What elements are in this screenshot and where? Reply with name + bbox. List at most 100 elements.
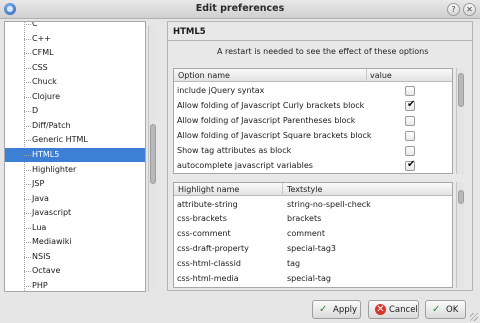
tree-branch [24, 198, 31, 200]
highlight-row[interactable]: css-brackets brackets [174, 212, 452, 227]
language-item[interactable]: Octave [5, 264, 145, 279]
column-separator [282, 183, 283, 196]
language-item[interactable]: C++ [5, 32, 145, 47]
option-row[interactable]: Show tag attributes as block ✔ [174, 143, 452, 158]
highlight-textstyle[interactable]: special-tag [287, 274, 331, 283]
help-button[interactable]: ? [447, 3, 460, 16]
column-separator [366, 69, 367, 82]
option-checkbox[interactable]: ✔ [405, 159, 416, 171]
tree-branch [24, 38, 31, 40]
language-item[interactable]: Javascript [5, 206, 145, 221]
column-option-name[interactable]: Option name [178, 71, 230, 80]
language-item[interactable]: D [5, 104, 145, 119]
window-title: Edit preferences [195, 3, 285, 14]
language-label: Generic HTML [32, 135, 88, 145]
check-icon: ✔ [407, 159, 416, 170]
option-name: Allow folding of Javascript Square brack… [177, 130, 372, 140]
highlight-row[interactable]: css-html-media special-tag [174, 271, 452, 286]
scrollbar-thumb[interactable] [458, 73, 464, 107]
language-label: D [32, 106, 39, 116]
language-item[interactable]: Diff/Patch [5, 119, 145, 134]
option-checkbox[interactable]: ✔ [405, 131, 415, 141]
divider [168, 40, 472, 41]
language-item[interactable]: NSIS [5, 250, 145, 265]
cancel-button[interactable]: ✕ Cancel [368, 300, 419, 319]
column-highlight-name[interactable]: Highlight name [178, 185, 239, 194]
language-label: Chuck [32, 77, 57, 87]
options-table-scrollbar[interactable] [456, 68, 464, 174]
resize-grip-icon[interactable] [470, 313, 478, 321]
check-icon: ✓ [432, 304, 441, 315]
tree-branch [24, 169, 31, 171]
option-checkbox[interactable]: ✔ [405, 146, 415, 156]
option-name: include jQuery syntax [177, 85, 265, 95]
language-list[interactable]: C C++ CFML CSS Chuck Clojure D Diff/Patch Generi… [4, 21, 146, 292]
restart-note: A restart is needed to see the effect of… [217, 47, 429, 56]
highlight-row[interactable]: css-draft-property special-tag3 [174, 241, 452, 256]
language-item[interactable]: Generic HTML [5, 133, 145, 148]
scrollbar-thumb[interactable] [150, 124, 156, 184]
check-icon: ✔ [407, 99, 416, 110]
option-checkbox[interactable]: ✔ [405, 86, 415, 96]
tree-branch [24, 227, 31, 229]
language-label: JSP [32, 179, 45, 189]
language-label: Diff/Patch [32, 120, 71, 130]
language-item[interactable]: JSP [5, 177, 145, 192]
language-item[interactable]: Java [5, 192, 145, 207]
highlight-row[interactable]: css-comment comment [174, 227, 452, 242]
option-row[interactable]: Allow folding of Javascript Square brack… [174, 128, 452, 143]
highlight-textstyle[interactable]: brackets [287, 214, 321, 223]
tree-branch [24, 125, 31, 127]
option-name: Allow folding of Javascript Curly bracke… [177, 100, 365, 110]
column-value[interactable]: value [370, 71, 392, 80]
column-textstyle[interactable]: Textstyle [287, 185, 322, 194]
language-item[interactable]: C [5, 21, 145, 32]
highlight-table-scrollbar[interactable] [456, 182, 464, 288]
options-table[interactable]: Option name value include jQuery syntax ✔… [173, 68, 453, 174]
option-row[interactable]: Allow folding of Javascript Parentheses … [174, 113, 452, 128]
ok-button[interactable]: ✓ OK [425, 300, 466, 319]
language-label: NSIS [32, 251, 51, 261]
highlight-textstyle[interactable]: comment [287, 229, 325, 238]
language-item[interactable]: HTML5 [5, 147, 145, 163]
option-row[interactable]: include jQuery syntax ✔ [174, 83, 452, 98]
language-item[interactable]: Mediawiki [5, 235, 145, 250]
cancel-icon: ✕ [375, 304, 386, 315]
language-label: Mediawiki [32, 237, 72, 247]
language-item[interactable]: CSS [5, 61, 145, 76]
language-item[interactable]: Clojure [5, 90, 145, 105]
highlight-textstyle[interactable]: string-no-spell-check [287, 200, 371, 209]
highlight-row[interactable]: css-html-classid tag [174, 256, 452, 271]
tree-branch [24, 53, 31, 55]
language-item[interactable]: CFML [5, 46, 145, 61]
option-name: autocomplete javascript variables [177, 160, 313, 170]
language-label: C [32, 21, 38, 28]
language-label: PHP [32, 280, 48, 290]
option-row[interactable]: Allow folding of Javascript Curly bracke… [174, 98, 452, 113]
option-row[interactable]: autocomplete javascript variables ✔ [174, 158, 452, 173]
tree-branch [24, 213, 31, 215]
option-name: Allow folding of Javascript Parentheses … [177, 115, 356, 125]
close-button[interactable]: ✕ [463, 3, 476, 16]
highlight-textstyle[interactable]: tag [287, 259, 300, 268]
highlight-name: css-html-media [177, 273, 239, 283]
language-item[interactable]: Highlighter [5, 163, 145, 178]
title-bar: Edit preferences ? ✕ [0, 0, 480, 19]
scrollbar-thumb[interactable] [458, 190, 464, 204]
highlight-name: css-draft-property [177, 243, 249, 253]
tree-branch [24, 67, 31, 69]
highlight-row[interactable]: attribute-string string-no-spell-check [174, 197, 452, 212]
language-item[interactable]: Lua [5, 221, 145, 236]
language-list-scrollbar[interactable] [148, 26, 156, 292]
tree-branch [24, 111, 31, 113]
language-item[interactable]: Chuck [5, 75, 145, 90]
option-checkbox[interactable]: ✔ [405, 99, 416, 111]
apply-button[interactable]: ✓ Apply [312, 300, 361, 319]
language-item[interactable]: PHP [5, 279, 145, 291]
highlight-textstyle[interactable]: special-tag3 [287, 244, 336, 253]
highlight-table[interactable]: Highlight name Textstyle attribute-strin… [173, 182, 453, 288]
tree-branch [24, 96, 31, 98]
tree-branch [24, 256, 31, 258]
language-label: CFML [32, 48, 54, 58]
option-checkbox[interactable]: ✔ [405, 116, 415, 126]
